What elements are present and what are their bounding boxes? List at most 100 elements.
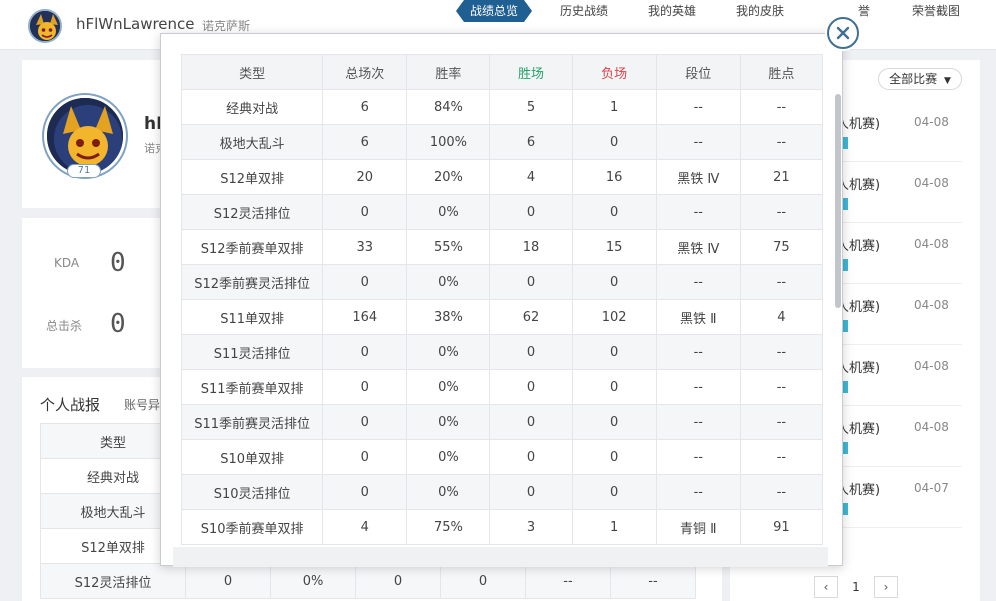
table-cell: 0 <box>322 334 408 370</box>
modal-footer <box>173 547 828 567</box>
table-cell: -- <box>655 194 741 230</box>
tab-honor-screenshots[interactable]: 荣誉截图 <box>912 0 960 22</box>
row-type-cell: S12季前赛单双排 <box>181 229 324 265</box>
kills-value: 0 <box>110 309 126 339</box>
table-cell: 黑铁 Ⅳ <box>655 159 741 195</box>
table-cell: 0 <box>571 369 657 405</box>
row-type-cell: S10季前赛单双排 <box>181 509 324 545</box>
table-cell: 0 <box>571 334 657 370</box>
col-wins: 胜场 <box>489 54 573 90</box>
table-cell: -- <box>739 89 823 125</box>
tab-history[interactable]: 历史战绩 <box>560 0 608 22</box>
row-type-cell: S12季前赛灵活排位 <box>181 264 324 300</box>
tab-overview[interactable]: 战绩总览 <box>456 0 532 22</box>
scrollbar-thumb[interactable] <box>835 94 841 308</box>
kills-label: 总击杀 <box>46 319 83 333</box>
table-cell: -- <box>739 334 823 370</box>
tab-honor[interactable]: 誉 <box>858 0 870 22</box>
table-row: S11灵活排位 0 0% 0 0 -- -- <box>181 334 823 370</box>
table-cell: 0% <box>406 334 491 370</box>
table-cell: 0 <box>571 124 657 160</box>
table-cell: 0% <box>406 439 491 475</box>
table-cell: 0 <box>489 334 573 370</box>
filter-label: 全部比赛 <box>889 72 938 86</box>
table-cell: 0% <box>406 369 491 405</box>
table-row: S12灵活排位 0 0% 0 0 -- -- <box>40 563 696 599</box>
match-filter-dropdown[interactable]: 全部比赛 ▼ <box>878 68 962 90</box>
match-date: 04-08 <box>914 359 949 373</box>
account-link[interactable]: 账号异 <box>124 396 160 413</box>
server-name: 诺克萨斯 <box>202 19 251 33</box>
tab-heroes[interactable]: 我的英雄 <box>648 0 696 22</box>
table-cell: 青铜 Ⅱ <box>655 509 741 545</box>
level-badge: 71 <box>67 164 101 178</box>
table-cell: 6 <box>489 124 573 160</box>
table-cell: -- <box>739 194 823 230</box>
profile-card: 71 hF 诺克 <box>22 60 168 208</box>
table-cell: 0 <box>355 563 441 599</box>
row-type-cell: S11灵活排位 <box>181 334 324 370</box>
table-cell: 62 <box>489 299 573 335</box>
table-cell: 1 <box>571 89 657 125</box>
table-cell: 0 <box>571 439 657 475</box>
table-cell: 6 <box>322 124 408 160</box>
prev-page-button[interactable]: ‹ <box>814 576 838 598</box>
match-date: 04-08 <box>914 298 949 312</box>
col-rank: 段位 <box>655 54 741 90</box>
table-row: 极地大乱斗 6 100% 6 0 -- -- <box>181 124 823 160</box>
table-cell: 0 <box>185 563 271 599</box>
stats-card: KDA 0 总击杀 0 <box>22 218 168 368</box>
tab-skins[interactable]: 我的皮肤 <box>736 0 784 22</box>
match-date: 04-08 <box>914 115 949 129</box>
table-header-row: 类型 总场次 胜率 胜场 负场 段位 胜点 <box>181 54 823 90</box>
table-cell: 0 <box>571 194 657 230</box>
table-row: S10季前赛单双排 4 75% 3 1 青铜 Ⅱ 91 <box>181 509 823 545</box>
table-cell: -- <box>610 563 696 599</box>
table-cell: -- <box>525 563 611 599</box>
table-cell: -- <box>739 124 823 160</box>
table-cell: 100% <box>406 124 491 160</box>
overview-table: 类型 总场次 胜率 胜场 负场 段位 胜点 经典对战 6 84% 5 1 -- -- 极地大乱… <box>181 54 823 545</box>
table-cell: 0 <box>489 369 573 405</box>
table-row: S12季前赛灵活排位 0 0% 0 0 -- -- <box>181 264 823 300</box>
table-cell: 黑铁 Ⅳ <box>655 229 741 265</box>
table-cell: 0 <box>489 474 573 510</box>
table-cell: 0 <box>489 264 573 300</box>
table-cell: 20% <box>406 159 491 195</box>
table-row: 经典对战 6 84% 5 1 -- -- <box>181 89 823 125</box>
table-cell: -- <box>655 404 741 440</box>
row-type-cell: S11单双排 <box>181 299 324 335</box>
table-cell: 0 <box>322 439 408 475</box>
match-date: 04-08 <box>914 237 949 251</box>
row-type-cell: 极地大乱斗 <box>181 124 324 160</box>
table-row: S11单双排 164 38% 62 102 黑铁 Ⅱ4 <box>181 299 823 335</box>
table-cell: 4 <box>322 509 408 545</box>
current-page[interactable]: 1 <box>844 576 868 598</box>
pagination: ‹ 1 › <box>814 576 898 598</box>
table-cell: 33 <box>322 229 408 265</box>
col-losses: 负场 <box>571 54 657 90</box>
table-cell: 91 <box>739 509 823 545</box>
table-cell: 0% <box>406 404 491 440</box>
table-cell: 4 <box>489 159 573 195</box>
modal-scroll-area[interactable]: 类型 总场次 胜率 胜场 负场 段位 胜点 经典对战 6 84% 5 1 -- -- 极地大乱… <box>181 54 823 547</box>
table-cell: 75 <box>739 229 823 265</box>
table-cell: 黑铁 Ⅱ <box>655 299 741 335</box>
table-cell: 0 <box>322 369 408 405</box>
avatar[interactable] <box>28 9 62 43</box>
kda-value: 0 <box>110 248 126 278</box>
table-cell: 15 <box>571 229 657 265</box>
table-cell: 0% <box>270 563 356 599</box>
next-page-button[interactable]: › <box>874 576 898 598</box>
table-cell: 18 <box>489 229 573 265</box>
table-cell: 6 <box>322 89 408 125</box>
match-date: 04-07 <box>914 481 949 495</box>
table-cell: 55% <box>406 229 491 265</box>
table-cell: -- <box>739 264 823 300</box>
scrollbar[interactable] <box>835 90 841 530</box>
close-button[interactable] <box>827 17 859 49</box>
table-cell: -- <box>655 369 741 405</box>
row-type-cell: S12灵活排位 <box>181 194 324 230</box>
table-cell: 0 <box>489 439 573 475</box>
table-row: S12单双排 20 20% 4 16 黑铁 Ⅳ 21 <box>181 159 823 195</box>
